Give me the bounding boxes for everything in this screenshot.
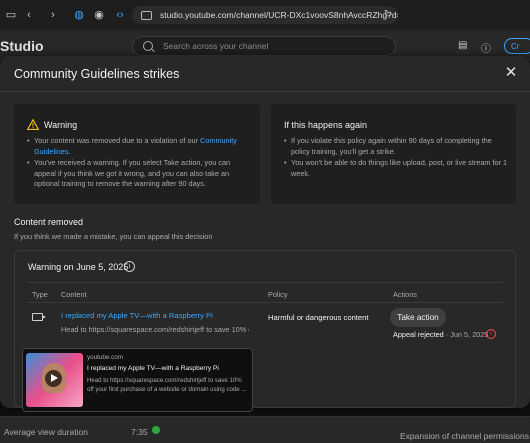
take-action-button[interactable]: Take action	[390, 308, 446, 327]
address-bar[interactable]: studio.youtube.com/channel/UCR-DXc1voovS…	[132, 6, 398, 24]
content-removed-title: Content removed	[14, 217, 84, 227]
warning-bullet-1: Your content was removed due to a violat…	[27, 136, 254, 157]
video-title-link[interactable]: I replaced my Apple TV—with a Raspberry …	[61, 311, 213, 320]
link-preview-card: youtube.com I replaced my Apple TV—with …	[22, 348, 253, 412]
policy-name: Harmful or dangerous content	[268, 313, 369, 322]
column-actions: Actions	[393, 290, 417, 299]
appeal-status: Appeal rejected · Jun 5, 2025	[393, 330, 489, 339]
dialog-title: Community Guidelines strikes	[14, 67, 180, 81]
repeat-bullet-1: If you violate this policy again within …	[284, 136, 509, 157]
close-icon[interactable]: ✕	[504, 65, 518, 80]
site-icon	[141, 11, 152, 20]
privacy-icon[interactable]: ◉	[92, 8, 106, 22]
error-info-icon[interactable]: !	[486, 329, 496, 339]
forward-icon[interactable]: ›	[46, 8, 60, 22]
table-header-divider	[27, 302, 503, 303]
reload-icon[interactable]: ↻	[384, 6, 392, 24]
video-description: Head to https://squarespace.com/redshirt…	[61, 325, 249, 334]
browser-toolbar: ▭ ‹ › ◍ ◉ ‹› studio.youtube.com/channel/…	[0, 0, 530, 31]
code-icon[interactable]: ‹›	[113, 8, 127, 22]
search-icon	[143, 41, 153, 51]
column-policy: Policy	[268, 290, 288, 299]
dialog-divider	[0, 91, 530, 92]
repeat-violation-card: If this happens again If you violate thi…	[271, 104, 516, 204]
play-icon[interactable]	[45, 370, 62, 387]
rss-icon[interactable]: ◍	[72, 8, 86, 22]
create-button[interactable]: Cr	[504, 38, 530, 54]
permissions-text: Expansion of channel permissions	[400, 431, 529, 441]
warning-bullet-2: You've received a warning. If you select…	[27, 158, 254, 190]
help-icon[interactable]: ⓘ	[481, 40, 491, 55]
status-dot-icon	[152, 426, 160, 434]
warning-card: Warning Your content was removed due to …	[14, 104, 260, 204]
preview-title: I replaced my Apple TV—with a Raspberry …	[87, 365, 219, 372]
metric-label: Average view duration	[4, 427, 88, 437]
metric-value: 7:35	[131, 427, 148, 437]
sidebar-toggle-icon[interactable]: ▭	[4, 8, 18, 22]
preview-description: Head to https://squarespace.com/redshirt…	[87, 377, 247, 393]
preview-domain: youtube.com	[87, 354, 124, 361]
back-icon[interactable]: ‹	[22, 8, 36, 22]
warning-date-title: Warning on June 5, 2025	[28, 262, 129, 272]
table-top-border	[27, 282, 503, 283]
content-removed-subtitle: If you think we made a mistake, you can …	[14, 232, 213, 241]
studio-logo[interactable]: Studio	[0, 38, 44, 54]
column-content: Content	[61, 290, 87, 299]
video-thumbnail[interactable]	[26, 353, 83, 407]
video-icon	[32, 313, 46, 321]
warning-heading: Warning	[44, 120, 78, 130]
search-input[interactable]: Search across your channel	[132, 36, 396, 56]
messages-icon[interactable]: ▤	[458, 40, 467, 51]
url-text: studio.youtube.com/channel/UCR-DXc1voovS…	[160, 10, 398, 20]
warning-icon	[27, 119, 39, 130]
repeat-bullet-2: You won't be able to do things like uplo…	[284, 158, 509, 179]
repeat-heading: If this happens again	[284, 120, 368, 130]
search-placeholder: Search across your channel	[163, 41, 269, 51]
info-icon[interactable]: i	[124, 261, 135, 272]
bottom-analytics: Average view duration 7:35 Expansion of …	[0, 416, 530, 443]
column-type: Type	[32, 290, 48, 299]
